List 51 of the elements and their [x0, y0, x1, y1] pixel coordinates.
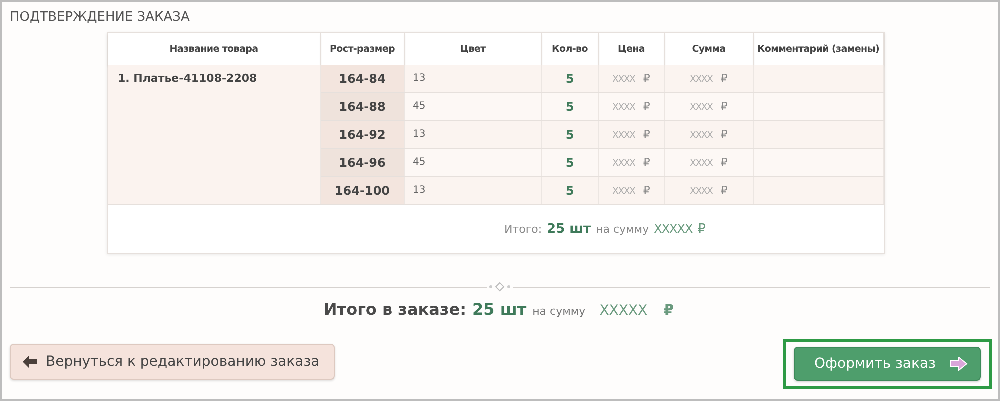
sum-value: XXXX	[690, 187, 713, 197]
currency-sign: ₽	[720, 128, 728, 141]
subtotal-sum: XXXXX	[654, 222, 693, 236]
price-value: XXXX	[612, 75, 636, 85]
size-cell: 164-100	[320, 176, 404, 204]
price-value: XXXX	[612, 159, 636, 169]
currency-sign: ₽	[664, 301, 674, 319]
subtotal-label: Итого:	[504, 222, 542, 236]
arrow-left-icon	[23, 356, 37, 368]
currency-sign: ₽	[720, 100, 728, 113]
size-cell: 164-88	[320, 92, 404, 120]
order-total-label: Итого в заказе:	[324, 300, 466, 319]
currency-sign: ₽	[643, 72, 650, 85]
size-cell: 164-92	[320, 120, 404, 148]
sum-value: XXXX	[690, 159, 713, 169]
color-cell: 13	[404, 176, 542, 204]
quantity-cell: 5	[542, 120, 598, 148]
ornament-icon	[489, 282, 511, 292]
order-total-sum-label: на сумму	[532, 305, 586, 318]
currency-sign: ₽	[720, 184, 728, 197]
currency-sign: ₽	[720, 156, 728, 169]
quantity-cell: 5	[542, 92, 598, 120]
color-cell: 45	[404, 92, 542, 120]
currency-sign: ₽	[720, 72, 728, 85]
currency-sign: ₽	[643, 156, 650, 169]
sum-value: XXXX	[690, 75, 713, 85]
size-cell: 164-96	[320, 148, 404, 176]
back-button[interactable]: Вернуться к редактированию заказа	[10, 344, 335, 380]
color-cell: 13	[404, 120, 542, 148]
arrow-right-icon	[950, 357, 968, 371]
subtotal-sum-label: на сумму	[596, 222, 650, 236]
price-value: XXXX	[612, 131, 636, 141]
subtotal-count: 25 шт	[547, 222, 592, 236]
color-cell: 13	[404, 65, 542, 92]
size-cell: 164-84	[320, 65, 404, 92]
price-value: XXXX	[612, 103, 636, 113]
order-total-count: 25 шт	[472, 300, 527, 319]
quantity-cell: 5	[542, 176, 598, 204]
color-cell: 45	[404, 148, 542, 176]
currency-sign: ₽	[643, 100, 650, 113]
currency-sign: ₽	[698, 222, 706, 236]
sum-value: XXXX	[690, 131, 713, 141]
quantity-cell: 5	[542, 65, 598, 92]
order-total-sum: XXXXX	[600, 303, 648, 319]
currency-sign: ₽	[643, 128, 650, 141]
quantity-cell: 5	[542, 148, 598, 176]
sum-value: XXXX	[690, 103, 713, 113]
page-title: ПОДТВЕРЖДЕНИЕ ЗАКАЗА	[10, 9, 191, 26]
product-name-cell: 1. Платье-41108-2208	[108, 65, 320, 204]
currency-sign: ₽	[643, 184, 650, 197]
price-value: XXXX	[612, 187, 636, 197]
